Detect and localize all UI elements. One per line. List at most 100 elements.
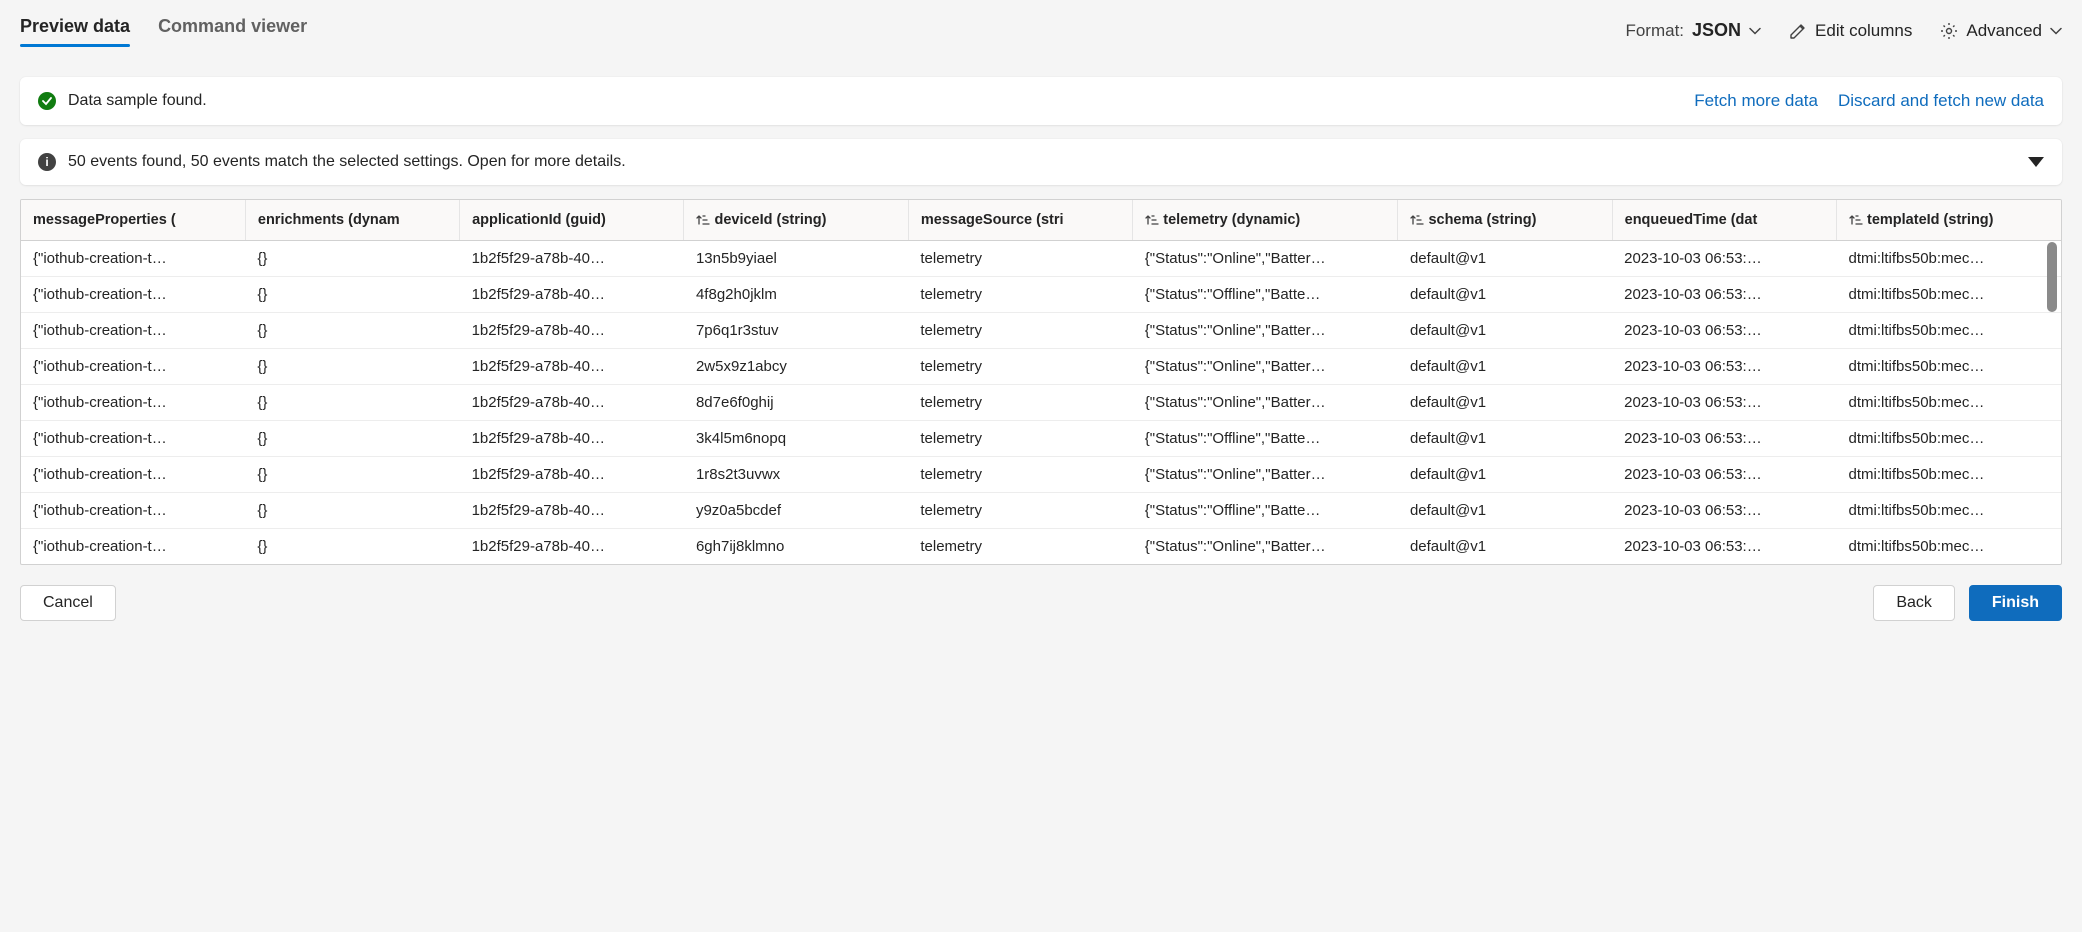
cell-messageSource: telemetry [908, 421, 1132, 457]
status-message: Data sample found. [68, 92, 207, 110]
cell-templateId: dtmi:ltifbs50b:mec… [1837, 457, 2061, 493]
cell-messageProperties: {"iothub-creation-t… [21, 349, 245, 385]
discard-link[interactable]: Discard and fetch new data [1838, 91, 2044, 111]
table-row[interactable]: {"iothub-creation-t…{}1b2f5f29-a78b-40…4… [21, 277, 2061, 313]
events-left: i 50 events found, 50 events match the s… [38, 153, 626, 171]
column-label: enrichments (dynam [258, 212, 400, 228]
table-row[interactable]: {"iothub-creation-t…{}1b2f5f29-a78b-40…1… [21, 241, 2061, 277]
cell-schema: default@v1 [1398, 385, 1612, 421]
footer: Cancel Back Finish [20, 585, 2062, 621]
column-header[interactable]: messageSource (stri [908, 200, 1132, 241]
cell-templateId: dtmi:ltifbs50b:mec… [1837, 241, 2061, 277]
gear-icon [1940, 22, 1958, 40]
footer-right: Back Finish [1873, 585, 2062, 621]
column-header[interactable]: deviceId (string) [684, 200, 908, 241]
cell-applicationId: 1b2f5f29-a78b-40… [460, 241, 684, 277]
cell-templateId: dtmi:ltifbs50b:mec… [1837, 529, 2061, 565]
tab-command-viewer[interactable]: Command viewer [158, 16, 307, 45]
advanced-dropdown[interactable]: Advanced [1940, 21, 2062, 41]
cell-telemetry: {"Status":"Online","Batter… [1133, 529, 1398, 565]
cell-deviceId: y9z0a5bcdef [684, 493, 908, 529]
cell-messageProperties: {"iothub-creation-t… [21, 277, 245, 313]
cell-schema: default@v1 [1398, 349, 1612, 385]
cell-schema: default@v1 [1398, 241, 1612, 277]
cell-enrichments: {} [245, 349, 459, 385]
table-row[interactable]: {"iothub-creation-t…{}1b2f5f29-a78b-40…2… [21, 349, 2061, 385]
cell-enqueuedTime: 2023-10-03 06:53:… [1612, 277, 1836, 313]
cell-enrichments: {} [245, 493, 459, 529]
cell-deviceId: 7p6q1r3stuv [684, 313, 908, 349]
column-header[interactable]: enqueuedTime (dat [1612, 200, 1836, 241]
cell-messageSource: telemetry [908, 529, 1132, 565]
column-header[interactable]: telemetry (dynamic) [1133, 200, 1398, 241]
table-row[interactable]: {"iothub-creation-t…{}1b2f5f29-a78b-40…1… [21, 457, 2061, 493]
table-row[interactable]: {"iothub-creation-t…{}1b2f5f29-a78b-40…8… [21, 385, 2061, 421]
column-label: schema (string) [1428, 212, 1536, 228]
column-header[interactable]: applicationId (guid) [460, 200, 684, 241]
cell-messageProperties: {"iothub-creation-t… [21, 421, 245, 457]
cell-enqueuedTime: 2023-10-03 06:53:… [1612, 313, 1836, 349]
table-row[interactable]: {"iothub-creation-t…{}1b2f5f29-a78b-40…y… [21, 493, 2061, 529]
cell-templateId: dtmi:ltifbs50b:mec… [1837, 421, 2061, 457]
cell-messageProperties: {"iothub-creation-t… [21, 493, 245, 529]
cell-templateId: dtmi:ltifbs50b:mec… [1837, 277, 2061, 313]
scrollbar-thumb[interactable] [2047, 242, 2057, 312]
cell-deviceId: 8d7e6f0ghij [684, 385, 908, 421]
column-header[interactable]: schema (string) [1398, 200, 1612, 241]
events-card[interactable]: i 50 events found, 50 events match the s… [20, 139, 2062, 185]
cell-telemetry: {"Status":"Online","Batter… [1133, 241, 1398, 277]
tab-preview-data[interactable]: Preview data [20, 16, 130, 45]
cell-messageSource: telemetry [908, 277, 1132, 313]
edit-columns-label: Edit columns [1815, 21, 1912, 41]
cell-deviceId: 2w5x9z1abcy [684, 349, 908, 385]
cell-applicationId: 1b2f5f29-a78b-40… [460, 313, 684, 349]
advanced-label: Advanced [1966, 21, 2042, 41]
cell-schema: default@v1 [1398, 421, 1612, 457]
table-row[interactable]: {"iothub-creation-t…{}1b2f5f29-a78b-40…6… [21, 529, 2061, 565]
cell-enrichments: {} [245, 277, 459, 313]
cell-messageSource: telemetry [908, 313, 1132, 349]
cell-templateId: dtmi:ltifbs50b:mec… [1837, 349, 2061, 385]
status-left: Data sample found. [38, 92, 207, 110]
table-row[interactable]: {"iothub-creation-t…{}1b2f5f29-a78b-40…3… [21, 421, 2061, 457]
cell-enrichments: {} [245, 529, 459, 565]
cell-messageProperties: {"iothub-creation-t… [21, 385, 245, 421]
cancel-button[interactable]: Cancel [20, 585, 116, 621]
header-controls: Format: JSON Edit columns Advanced [1625, 20, 2062, 41]
cell-telemetry: {"Status":"Online","Batter… [1133, 313, 1398, 349]
cell-schema: default@v1 [1398, 529, 1612, 565]
format-value: JSON [1692, 20, 1741, 41]
cell-enqueuedTime: 2023-10-03 06:53:… [1612, 241, 1836, 277]
cell-messageSource: telemetry [908, 385, 1132, 421]
expand-caret-icon[interactable] [2028, 157, 2044, 167]
column-label: templateId (string) [1867, 212, 1993, 228]
column-header[interactable]: templateId (string) [1837, 200, 2061, 241]
cell-messageProperties: {"iothub-creation-t… [21, 241, 245, 277]
cell-deviceId: 6gh7ij8klmno [684, 529, 908, 565]
cell-schema: default@v1 [1398, 313, 1612, 349]
cell-messageProperties: {"iothub-creation-t… [21, 313, 245, 349]
cell-telemetry: {"Status":"Online","Batter… [1133, 349, 1398, 385]
format-dropdown[interactable]: Format: JSON [1625, 20, 1761, 41]
cell-schema: default@v1 [1398, 493, 1612, 529]
cell-enrichments: {} [245, 313, 459, 349]
cell-enqueuedTime: 2023-10-03 06:53:… [1612, 529, 1836, 565]
cell-deviceId: 3k4l5m6nopq [684, 421, 908, 457]
cell-enqueuedTime: 2023-10-03 06:53:… [1612, 457, 1836, 493]
cell-messageProperties: {"iothub-creation-t… [21, 529, 245, 565]
cell-applicationId: 1b2f5f29-a78b-40… [460, 457, 684, 493]
cell-enqueuedTime: 2023-10-03 06:53:… [1612, 349, 1836, 385]
fetch-more-link[interactable]: Fetch more data [1694, 91, 1818, 111]
data-table: messageProperties ( enrichments (dynam app… [21, 200, 2061, 564]
cell-enqueuedTime: 2023-10-03 06:53:… [1612, 493, 1836, 529]
cell-applicationId: 1b2f5f29-a78b-40… [460, 529, 684, 565]
finish-button[interactable]: Finish [1969, 585, 2062, 621]
back-button[interactable]: Back [1873, 585, 1955, 621]
edit-columns-button[interactable]: Edit columns [1789, 21, 1912, 41]
column-header[interactable]: messageProperties ( [21, 200, 245, 241]
cell-templateId: dtmi:ltifbs50b:mec… [1837, 493, 2061, 529]
column-header[interactable]: enrichments (dynam [245, 200, 459, 241]
table-row[interactable]: {"iothub-creation-t…{}1b2f5f29-a78b-40…7… [21, 313, 2061, 349]
cell-enrichments: {} [245, 385, 459, 421]
cell-schema: default@v1 [1398, 277, 1612, 313]
